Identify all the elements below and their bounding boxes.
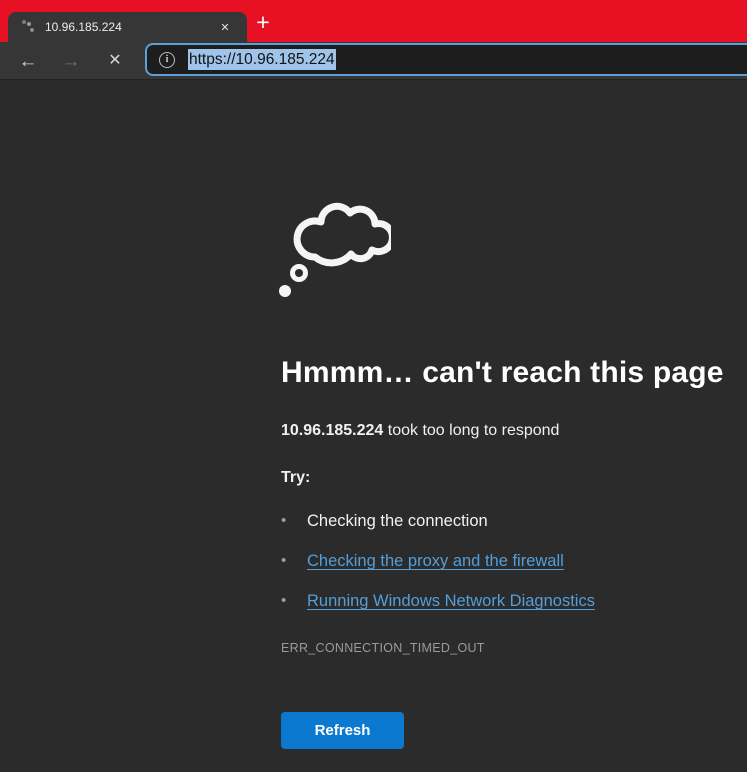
- error-subtitle: 10.96.185.224 took too long to respond: [281, 422, 741, 440]
- bullet-dot: •: [281, 550, 286, 572]
- list-item: • Checking the connection: [281, 510, 741, 532]
- try-label: Try:: [281, 469, 741, 487]
- tab-close-button[interactable]: ✕: [215, 17, 235, 37]
- new-tab-button[interactable]: +: [251, 10, 275, 34]
- bullet-dot: •: [281, 590, 286, 612]
- error-code: ERR_CONNECTION_TIMED_OUT: [281, 641, 741, 655]
- toolbar: ← → ✕ i https://10.96.185.224: [0, 42, 747, 80]
- forward-button[interactable]: →: [57, 46, 85, 76]
- error-page: Hmmm… can't reach this page 10.96.185.22…: [281, 185, 741, 749]
- address-bar[interactable]: i https://10.96.185.224: [145, 43, 747, 76]
- url-selected-text: https://10.96.185.224: [188, 49, 336, 70]
- loading-spinner-icon: [20, 19, 36, 35]
- thought-bubble-icon: [275, 185, 391, 301]
- error-heading: Hmmm… can't reach this page: [281, 356, 741, 390]
- suggestion-list: • Checking the connection • Checking the…: [281, 510, 741, 612]
- list-item: • Checking the proxy and the firewall: [281, 550, 741, 572]
- browser-tab[interactable]: 10.96.185.224 ✕: [8, 12, 247, 42]
- tab-strip: 10.96.185.224 ✕ +: [0, 0, 747, 42]
- plus-icon: +: [256, 11, 269, 34]
- bullet-dot: •: [281, 510, 286, 532]
- refresh-button[interactable]: Refresh: [281, 712, 404, 749]
- stop-button[interactable]: ✕: [101, 46, 129, 76]
- list-item: • Running Windows Network Diagnostics: [281, 590, 741, 612]
- page-info-icon[interactable]: i: [159, 52, 175, 68]
- host-name: 10.96.185.224: [281, 422, 383, 439]
- proxy-firewall-link[interactable]: Checking the proxy and the firewall: [307, 552, 564, 570]
- close-icon: ✕: [220, 21, 229, 34]
- network-diagnostics-link[interactable]: Running Windows Network Diagnostics: [307, 592, 595, 610]
- stop-icon: ✕: [108, 53, 121, 69]
- forward-arrow-icon: →: [62, 52, 81, 71]
- subtitle-text: took too long to respond: [383, 422, 559, 439]
- url-input[interactable]: https://10.96.185.224: [188, 51, 336, 69]
- back-button[interactable]: ←: [14, 46, 42, 76]
- tab-title: 10.96.185.224: [45, 20, 215, 34]
- back-arrow-icon: ←: [19, 52, 38, 71]
- suggestion-text: Checking the connection: [307, 512, 488, 530]
